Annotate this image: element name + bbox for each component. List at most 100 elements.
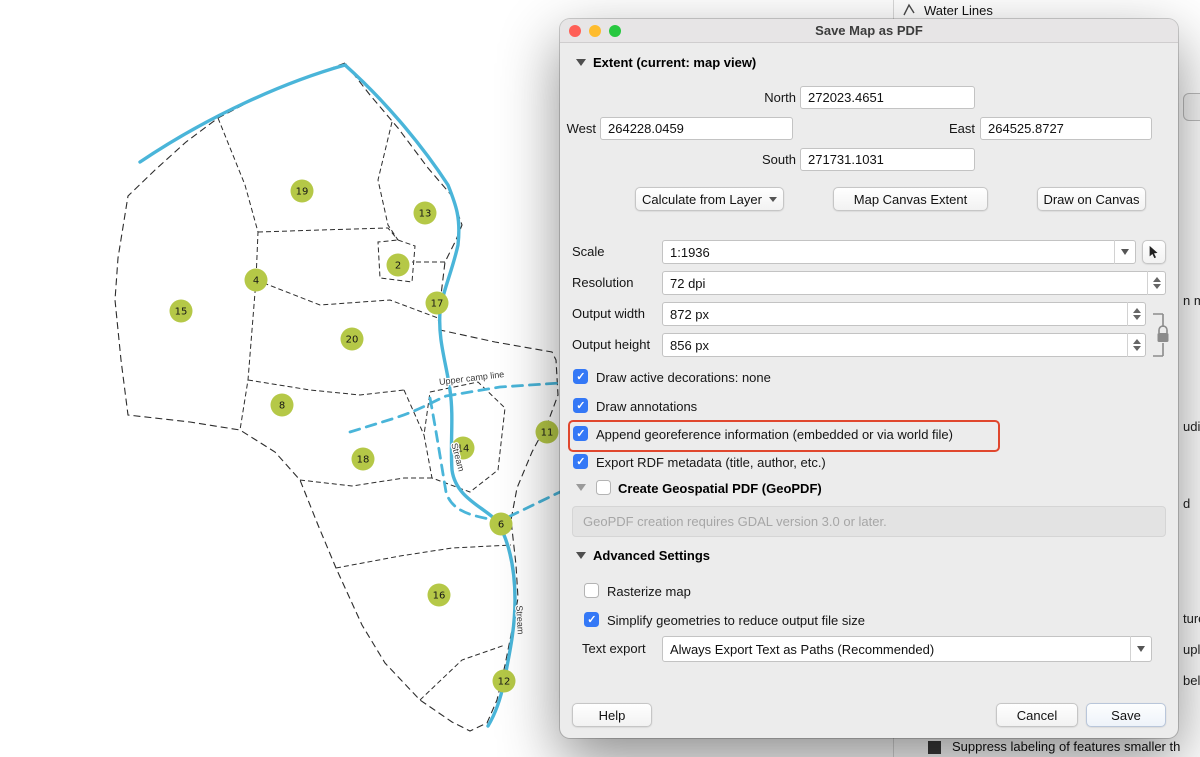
stepper-buttons[interactable] [1127,333,1145,357]
map-marker-number: 6 [498,520,504,531]
cancel-button[interactable]: Cancel [996,703,1078,727]
map-parcel-line [218,118,258,280]
minimize-window-button[interactable] [589,25,601,37]
map-marker-number: 19 [296,187,309,198]
water-line-branch [430,398,560,521]
advanced-settings-header: Advanced Settings [593,548,710,563]
dialog-title: Save Map as PDF [560,19,1178,42]
scale-value: 1:1936 [670,245,710,260]
text-export-label: Text export [582,637,646,660]
resolution-value: 72 dpi [670,276,705,291]
map-outer-boundary [115,63,558,731]
north-input[interactable]: 272023.4651 [800,86,975,109]
output-width-value: 872 px [670,307,709,322]
scale-combobox[interactable]: 1:1936 [662,240,1136,264]
disclosure-triangle-icon[interactable] [576,484,586,491]
zoom-window-button[interactable] [609,25,621,37]
calculate-from-layer-button[interactable]: Calculate from Layer [635,187,784,211]
chevron-down-icon [1121,249,1129,255]
export-rdf-metadata-checkbox[interactable] [573,454,588,469]
map-marker-number: 15 [175,307,188,318]
geopdf-note-text: GeoPDF creation requires GDAL version 3.… [583,514,887,529]
map-marker-number: 4 [253,276,259,287]
map-parcel-line [378,122,398,240]
simplify-geometries-label: Simplify geometries to reduce output fil… [607,613,865,628]
clipped-panel-bottom-row: Suppress labeling of features smaller th [894,737,1200,757]
output-height-label: Output height [572,333,650,356]
resolution-spinner[interactable]: 72 dpi [662,271,1166,295]
close-window-button[interactable] [569,25,581,37]
west-input[interactable]: 264228.0459 [600,117,793,140]
east-value: 264525.8727 [988,121,1064,136]
geopdf-requirement-note: GeoPDF creation requires GDAL version 3.… [572,506,1166,537]
step-up-icon [1133,308,1141,313]
help-label: Help [599,708,626,723]
map-marker-number: 11 [541,428,554,439]
water-line-stream [140,65,515,726]
help-button[interactable]: Help [572,703,652,727]
calculate-from-layer-label: Calculate from Layer [642,192,762,207]
north-label: North [716,86,796,109]
water-line-upper-camp [350,383,560,432]
output-height-spinner[interactable]: 856 px [662,333,1146,357]
map-marker-number: 16 [433,591,446,602]
clipped-panel-text: d [1183,496,1190,511]
lock-aspect-ratio-icon[interactable] [1150,307,1170,363]
step-down-icon [1133,315,1141,320]
clipped-panel-text: upli [1183,642,1200,657]
disclosure-triangle-icon[interactable] [576,552,586,559]
clipped-option-label: Suppress labeling of features smaller th [952,739,1188,754]
chevron-down-icon [769,197,777,202]
set-scale-from-map-button[interactable] [1142,240,1166,264]
dropdown-button[interactable] [1130,636,1151,662]
stepper-buttons[interactable] [1147,271,1165,295]
map-parcel-line [336,545,511,568]
simplify-geometries-checkbox[interactable] [584,612,599,627]
create-geospatial-pdf-checkbox[interactable] [596,480,611,495]
draw-active-decorations-checkbox[interactable] [573,369,588,384]
map-marker-number: 12 [498,677,511,688]
append-georeference-label: Append georeference information (embedde… [596,427,953,442]
rasterize-map-checkbox[interactable] [584,583,599,598]
text-export-dropdown[interactable]: Always Export Text as Paths (Recommended… [662,636,1152,662]
color-swatch[interactable] [928,741,941,754]
qgis-window: 191324171520811141861612Upper camp lineS… [0,0,1200,757]
map-marker-number: 17 [431,299,444,310]
map-markers-and-labels: 191324171520811141861612Upper camp lineS… [170,180,559,693]
east-input[interactable]: 264525.8727 [980,117,1152,140]
south-value: 271731.1031 [808,152,884,167]
map-parcel-line [248,380,404,395]
south-label: South [716,148,796,171]
clipped-panel-text: udin [1183,419,1200,434]
disclosure-triangle-icon[interactable] [576,59,586,66]
append-georeference-checkbox[interactable] [573,426,588,441]
stepper-buttons[interactable] [1127,302,1145,326]
map-marker-number: 2 [395,261,401,272]
layer-tree-item-water-lines[interactable]: Water Lines [902,0,993,20]
clipped-panel-text: bele [1183,673,1200,688]
extent-section-header: Extent (current: map view) [593,55,756,70]
map-canvas-extent-button[interactable]: Map Canvas Extent [833,187,988,211]
step-down-icon [1133,346,1141,351]
chevron-down-icon [1137,646,1145,652]
draw-on-canvas-button[interactable]: Draw on Canvas [1037,187,1146,211]
north-value: 272023.4651 [808,90,884,105]
clipped-panel-button[interactable] [1183,93,1200,121]
clipped-panel-text: n m [1183,293,1200,308]
create-geospatial-pdf-label: Create Geospatial PDF (GeoPDF) [618,481,822,496]
save-map-as-pdf-dialog: Save Map as PDF Extent (current: map vie… [560,19,1178,738]
dialog-titlebar[interactable]: Save Map as PDF [560,19,1178,43]
step-down-icon [1153,284,1161,289]
resolution-label: Resolution [572,271,633,294]
west-label: West [566,117,596,140]
line-symbol-icon [902,2,918,18]
map-marker-number: 13 [419,209,432,220]
south-input[interactable]: 271731.1031 [800,148,975,171]
output-width-spinner[interactable]: 872 px [662,302,1146,326]
map-parcel-line [300,478,432,486]
export-rdf-metadata-label: Export RDF metadata (title, author, etc.… [596,455,826,470]
draw-annotations-checkbox[interactable] [573,398,588,413]
map-text-label: Stream [514,605,526,634]
scale-dropdown-button[interactable] [1114,240,1135,264]
save-button[interactable]: Save [1086,703,1166,727]
